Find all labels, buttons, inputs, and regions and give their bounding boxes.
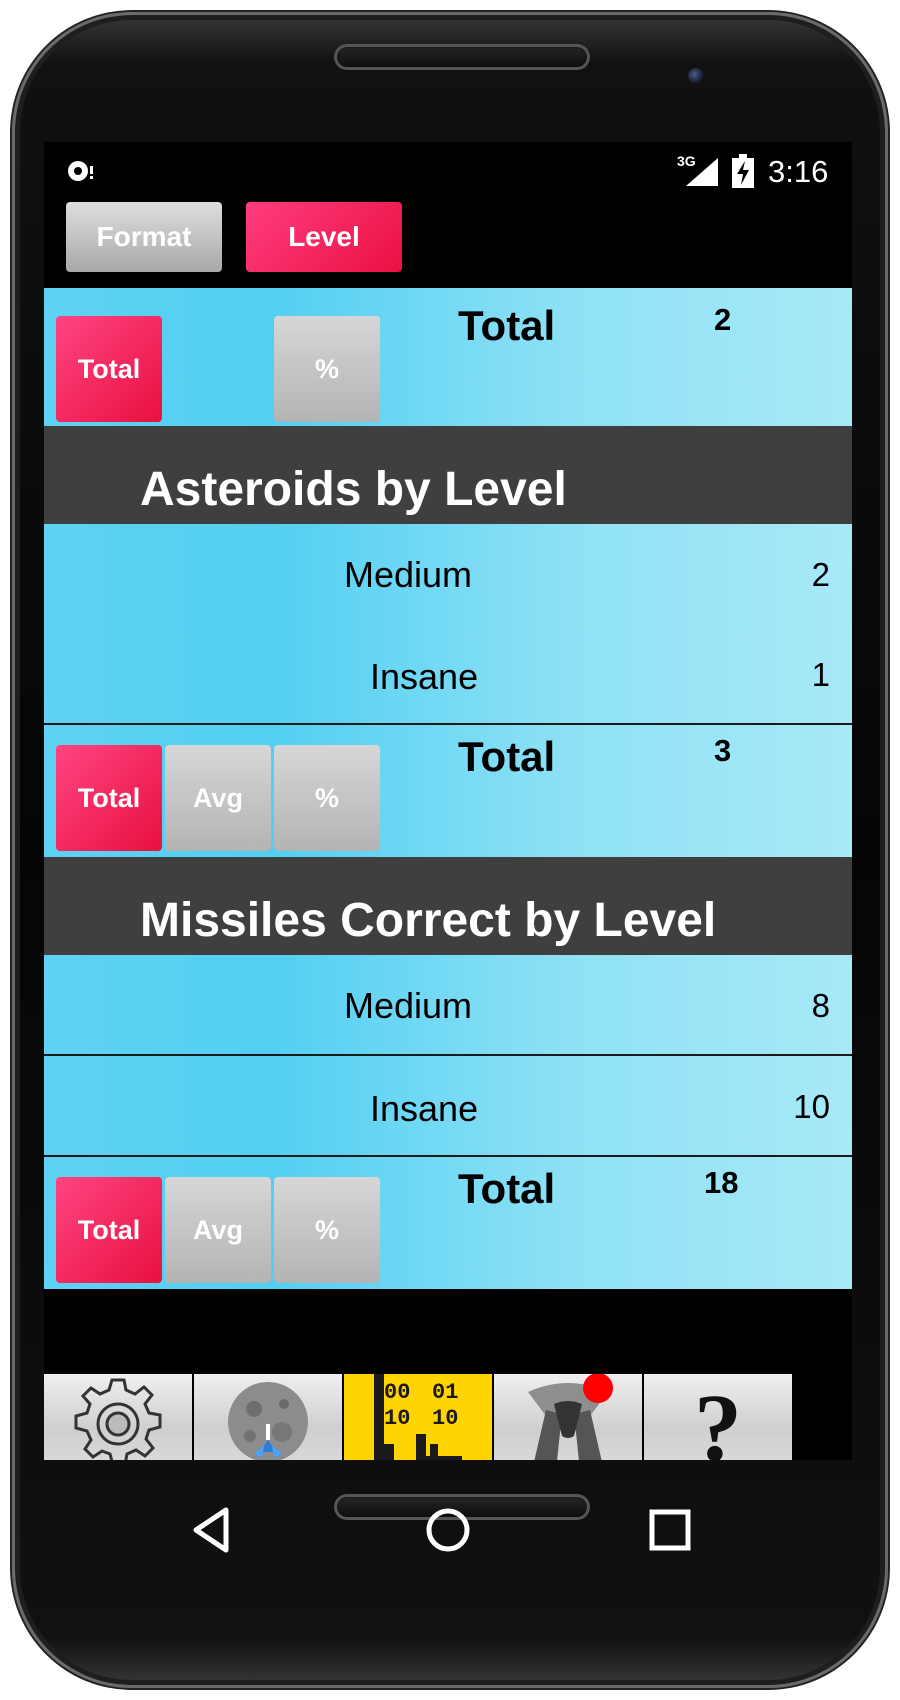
recents-icon[interactable] (644, 1504, 696, 1556)
section-header: Asteroids by Level (44, 426, 852, 524)
signal-icon (686, 158, 718, 186)
avg-button[interactable]: Avg (165, 745, 271, 851)
asteroids-total-row: Total Avg % Total 3 (44, 725, 852, 857)
total-button[interactable]: Total (56, 1177, 162, 1283)
row-label: Insane (370, 656, 479, 697)
navigation-bar (44, 1470, 852, 1590)
tab-format[interactable]: Format (66, 202, 222, 272)
summary-total-row: Total % Total 2 (44, 288, 852, 426)
help-glyph: ? (694, 1374, 742, 1460)
percent-button[interactable]: % (274, 316, 380, 422)
row-label: Medium (344, 985, 473, 1026)
row-label: Medium (344, 554, 473, 595)
binary-digit: 10 (432, 1406, 458, 1431)
settings-gear-icon (74, 1378, 162, 1460)
bottom-icon-bar: 00 01 10 10 ? (44, 1374, 852, 1460)
missiles-total-row: Total Avg % Total 18 (44, 1157, 852, 1289)
notification-badge (583, 1374, 613, 1403)
stats-button[interactable]: 00 01 10 10 (344, 1374, 494, 1460)
battery-charging-icon (732, 154, 754, 188)
screen: 3G 3:16 Format Level Total % Total 2 Ast… (44, 142, 852, 1460)
asteroid-game-button[interactable] (194, 1374, 344, 1460)
front-camera (688, 68, 704, 84)
binary-digit: 10 (384, 1406, 410, 1431)
binary-digit: 00 (384, 1380, 410, 1405)
percent-button[interactable]: % (274, 1177, 380, 1283)
total-label: Total (458, 302, 556, 349)
stats-binary-chart-icon: 00 01 10 10 (374, 1374, 462, 1460)
achievement-ribbon-icon (528, 1374, 613, 1460)
settings-button[interactable] (44, 1374, 194, 1460)
avg-button[interactable]: Avg (165, 1177, 271, 1283)
help-button[interactable]: ? (644, 1374, 792, 1460)
binary-digit: 01 (432, 1380, 458, 1405)
row-label: Insane (370, 1088, 479, 1129)
asteroids-rows: Medium 2 Insane 1 (44, 524, 852, 724)
row-value: 8 (811, 987, 830, 1024)
status-bar: 3G 3:16 (44, 142, 852, 200)
stats-content: Total % Total 2 Asteroids by Level Mediu… (44, 288, 852, 1353)
total-value: 18 (704, 1165, 739, 1200)
tab-level[interactable]: Level (246, 202, 402, 272)
total-value: 2 (714, 302, 732, 337)
total-label: Total (458, 1165, 556, 1212)
row-value: 2 (811, 556, 830, 593)
row-value: 1 (811, 656, 830, 693)
section-header: Missiles Correct by Level (44, 857, 852, 955)
asteroid-game-icon (228, 1382, 308, 1460)
section-title: Asteroids by Level (140, 463, 567, 516)
total-button[interactable]: Total (56, 316, 162, 422)
achievements-button[interactable] (494, 1374, 644, 1460)
wifi-debug-icon (68, 161, 93, 181)
list-item: Medium 8 (44, 955, 852, 1055)
total-button[interactable]: Total (56, 745, 162, 851)
help-question-icon: ? (694, 1374, 742, 1460)
total-label: Total (458, 733, 556, 780)
top-speaker (334, 44, 590, 70)
section-title: Missiles Correct by Level (140, 894, 717, 947)
row-value: 10 (793, 1088, 830, 1125)
list-item: Insane 10 (44, 1056, 852, 1156)
total-value: 3 (714, 733, 732, 768)
back-icon[interactable] (186, 1504, 238, 1556)
clock: 3:16 (768, 154, 829, 189)
percent-button[interactable]: % (274, 745, 380, 851)
home-icon[interactable] (422, 1504, 474, 1556)
